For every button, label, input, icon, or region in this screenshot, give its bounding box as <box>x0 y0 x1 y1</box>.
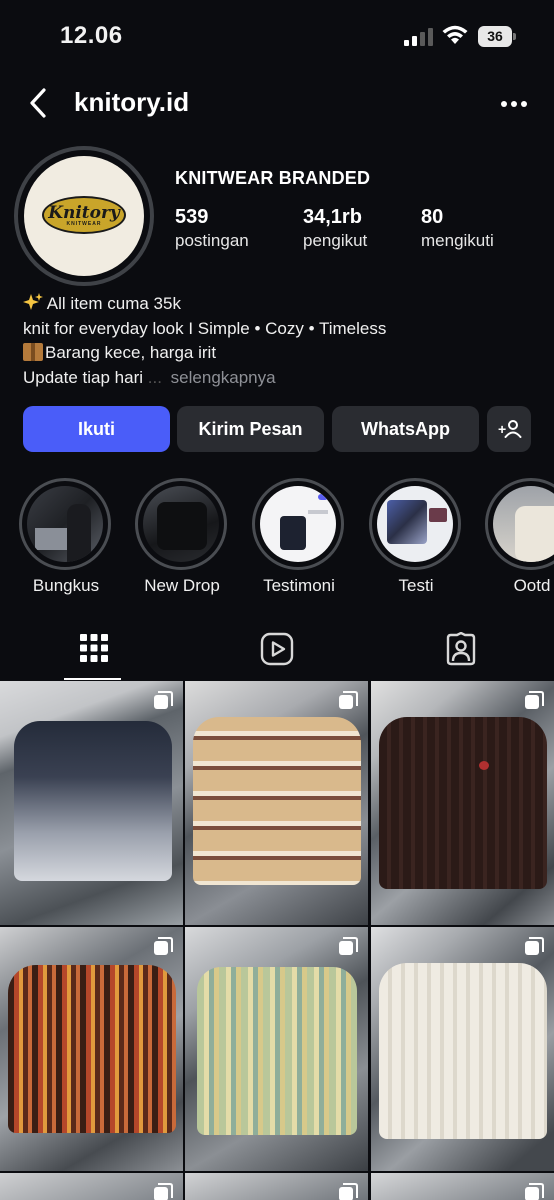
tab-tagged[interactable] <box>370 620 554 680</box>
post-thumbnail[interactable] <box>185 681 368 925</box>
sweater-image <box>379 963 547 1139</box>
sparkles-icon <box>23 293 43 310</box>
carousel-icon <box>154 1183 173 1200</box>
profile-header: knitory.id <box>0 82 554 126</box>
bio-line-4: Update tiap hari <box>23 367 144 387</box>
brand-logo-text: Knitory <box>48 203 120 223</box>
highlight-label: New Drop <box>144 576 220 595</box>
stat-following[interactable]: 80 mengikuti <box>421 206 494 251</box>
package-icon <box>23 343 43 361</box>
more-options-icon[interactable] <box>498 98 530 110</box>
wifi-icon <box>442 25 468 44</box>
carousel-icon <box>525 1183 544 1200</box>
highlight-ootd[interactable]: Ootd <box>485 478 554 596</box>
stat-following-value: 80 <box>421 206 444 228</box>
sweater-image <box>193 717 361 885</box>
tab-reels[interactable] <box>185 620 370 680</box>
sweater-image <box>197 967 357 1135</box>
carousel-icon <box>339 691 358 709</box>
highlight-cover <box>260 486 336 562</box>
post-thumbnail[interactable] <box>371 1173 554 1200</box>
back-icon[interactable] <box>26 86 52 120</box>
status-time: 12.06 <box>60 22 123 49</box>
tab-posts-grid[interactable] <box>0 620 185 680</box>
stat-posts[interactable]: 539 postingan <box>175 206 249 251</box>
sweater-image <box>8 965 176 1133</box>
svg-text:+: + <box>498 421 506 437</box>
carousel-icon <box>339 1183 358 1200</box>
highlight-ring <box>135 478 227 570</box>
bio-ellipsis: ... <box>147 367 162 387</box>
carousel-icon <box>525 937 544 955</box>
highlight-label: Testimoni <box>263 576 335 595</box>
highlight-bungkus[interactable]: Bungkus <box>19 478 113 596</box>
stat-followers-label: pengikut <box>303 231 368 250</box>
stat-following-label: mengikuti <box>421 231 494 250</box>
highlight-cover <box>377 486 453 562</box>
tagged-icon <box>446 632 476 666</box>
stat-followers-value: 34,1rb <box>303 206 362 228</box>
highlight-testimoni[interactable]: Testimoni <box>252 478 346 596</box>
highlight-ring <box>485 478 554 570</box>
sweater-image <box>379 717 547 889</box>
highlight-cover <box>493 486 554 562</box>
post-thumbnail[interactable] <box>371 927 554 1171</box>
cellular-signal-icon <box>404 28 433 46</box>
follow-button[interactable]: Ikuti <box>23 406 170 452</box>
bio-line-3: Barang kece, harga irit <box>45 343 217 362</box>
stat-posts-label: postingan <box>175 231 249 250</box>
carousel-icon <box>154 691 173 709</box>
stat-posts-value: 539 <box>175 206 209 228</box>
bio-more-link[interactable]: selengkapnya <box>171 368 276 387</box>
highlight-cover <box>143 486 219 562</box>
highlight-cover <box>27 486 103 562</box>
highlight-ring <box>19 478 111 570</box>
brand-logo-subtext: KNITWEAR <box>66 221 102 227</box>
highlight-ring <box>369 478 461 570</box>
bio-line-2: knit for everyday look I Simple • Cozy •… <box>23 318 387 338</box>
highlight-label: Testi <box>398 576 434 595</box>
post-thumbnail[interactable] <box>0 681 183 925</box>
highlight-new-drop[interactable]: New Drop <box>135 478 229 596</box>
profile-username: knitory.id <box>74 87 190 117</box>
highlight-testi[interactable]: Testi <box>369 478 463 596</box>
stat-followers[interactable]: 34,1rb pengikut <box>303 206 367 251</box>
message-button[interactable]: Kirim Pesan <box>177 406 324 452</box>
grid-icon <box>80 634 108 662</box>
battery-icon: 36 <box>478 26 516 47</box>
whatsapp-button[interactable]: WhatsApp <box>332 406 479 452</box>
brand-logo: Knitory KNITWEAR <box>42 196 126 234</box>
bio-line-1: All item cuma 35k <box>46 294 181 313</box>
avatar[interactable]: Knitory KNITWEAR <box>24 156 144 276</box>
post-thumbnail[interactable] <box>371 681 554 925</box>
carousel-icon <box>525 691 544 709</box>
status-bar: 12.06 36 <box>0 0 554 72</box>
carousel-icon <box>339 937 358 955</box>
suggest-people-button[interactable]: + <box>487 406 531 452</box>
sweater-image <box>14 721 172 881</box>
add-person-icon: + <box>498 420 522 438</box>
avatar-ring[interactable]: Knitory KNITWEAR <box>14 146 154 286</box>
highlight-ring <box>252 478 344 570</box>
post-thumbnail[interactable] <box>0 927 183 1171</box>
battery-level: 36 <box>478 26 512 47</box>
highlight-label: Ootd <box>513 576 551 595</box>
active-tab-indicator <box>64 678 121 680</box>
post-thumbnail[interactable] <box>0 1173 183 1200</box>
profile-fullname: KNITWEAR BRANDED <box>175 168 371 188</box>
post-thumbnail[interactable] <box>185 927 368 1171</box>
profile-bio: All item cuma 35k knit for everyday look… <box>23 292 386 390</box>
carousel-icon <box>154 937 173 955</box>
reels-icon <box>260 632 294 666</box>
highlight-label: Bungkus <box>32 576 100 595</box>
battery-tip <box>513 33 516 40</box>
post-thumbnail[interactable] <box>185 1173 368 1200</box>
profile-tabs <box>0 620 554 680</box>
